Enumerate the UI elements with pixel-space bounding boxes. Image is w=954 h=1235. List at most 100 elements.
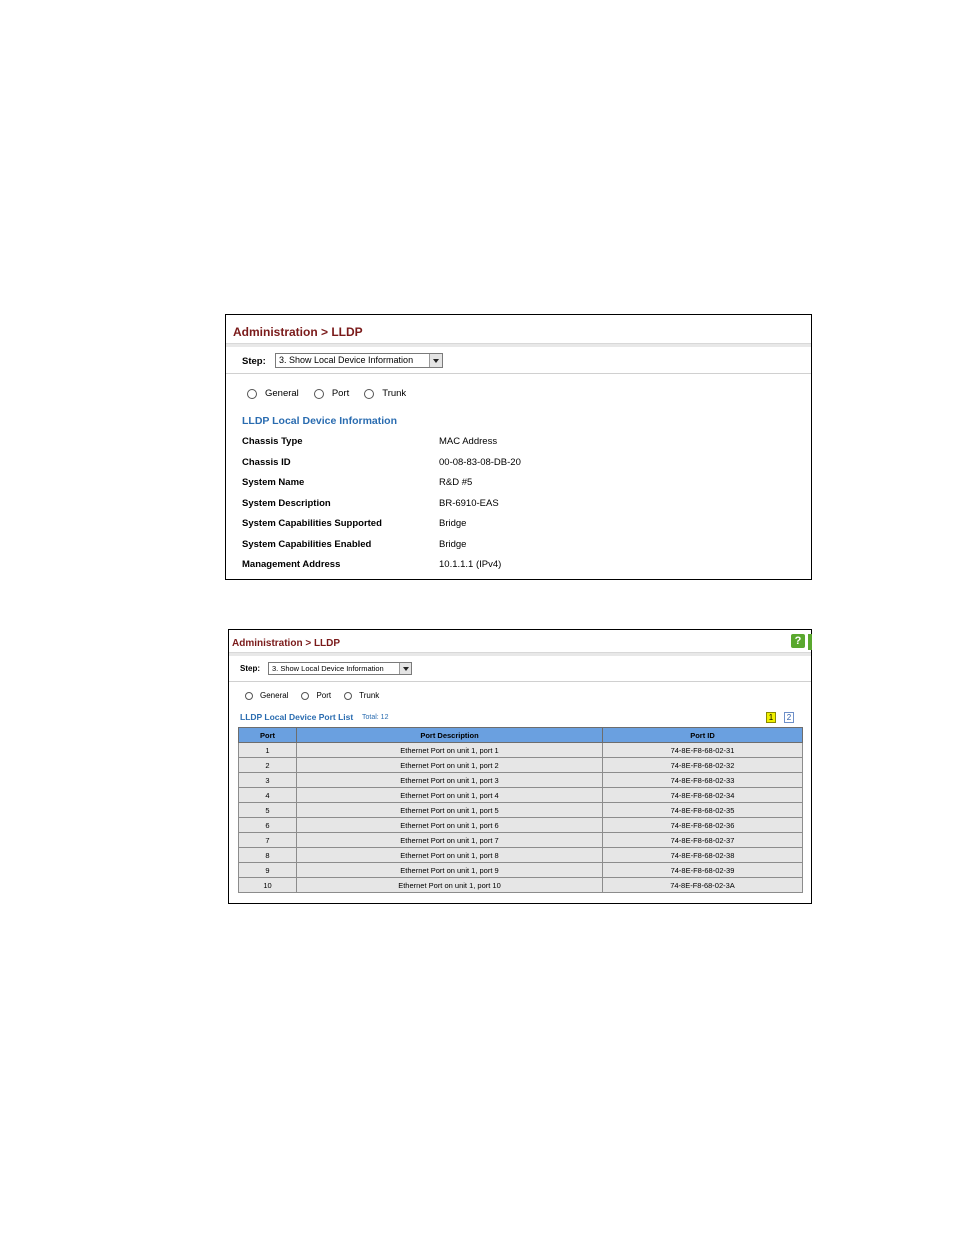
cell-port-id: 74-8E-F8-68-02-36 <box>602 817 803 833</box>
help-icon[interactable]: ? <box>791 634 805 648</box>
cell-port-description: Ethernet Port on unit 1, port 1 <box>296 742 603 758</box>
cell-port-id: 74-8E-F8-68-02-34 <box>602 787 803 803</box>
cell-port: 8 <box>238 847 297 863</box>
capabilities-supported-label: System Capabilities Supported <box>242 518 382 529</box>
section-title: LLDP Local Device Information <box>242 415 398 427</box>
step-select[interactable]: 3. Show Local Device Information <box>268 662 412 675</box>
table-row: 8 Ethernet Port on unit 1, port 8 74-8E-… <box>238 847 803 863</box>
chassis-id-value: 00-08-83-08-DB-20 <box>439 457 521 468</box>
cell-port-id: 74-8E-F8-68-02-39 <box>602 862 803 878</box>
cell-port-id: 74-8E-F8-68-02-33 <box>602 772 803 788</box>
radio-port[interactable]: Port <box>301 691 331 700</box>
title-divider <box>226 343 811 347</box>
cell-port: 5 <box>238 802 297 818</box>
table-row: 9 Ethernet Port on unit 1, port 9 74-8E-… <box>238 862 803 878</box>
column-header-port[interactable]: Port <box>238 727 297 743</box>
table-row: 10 Ethernet Port on unit 1, port 10 74-8… <box>238 877 803 893</box>
cell-port: 10 <box>238 877 297 893</box>
system-name-label: System Name <box>242 477 305 488</box>
capabilities-supported-value: Bridge <box>439 518 467 529</box>
capabilities-enabled-value: Bridge <box>439 539 467 550</box>
section-title: LLDP Local Device Port List <box>240 712 354 722</box>
cell-port: 6 <box>238 817 297 833</box>
radio-unchecked-icon[interactable] <box>364 388 375 399</box>
radio-label: General <box>260 691 289 700</box>
cell-port: 3 <box>238 772 297 788</box>
cell-port: 1 <box>238 742 297 758</box>
radio-label: Trunk <box>359 691 380 700</box>
cell-port-description: Ethernet Port on unit 1, port 3 <box>296 772 603 788</box>
step-select-value: 3. Show Local Device Information <box>279 355 414 365</box>
page-title: Administration > LLDP <box>233 325 363 339</box>
pagination: 1 2 <box>766 712 794 723</box>
lldp-general-panel: Administration > LLDP Step: 3. Show Loca… <box>225 314 812 580</box>
table-row: 5 Ethernet Port on unit 1, port 5 74-8E-… <box>238 802 803 818</box>
step-label: Step: <box>242 356 266 367</box>
chevron-down-icon[interactable] <box>399 663 411 674</box>
port-list-table: Port Port Description Port ID 1 Ethernet… <box>238 727 803 893</box>
title-divider <box>229 652 811 656</box>
column-header-port-id[interactable]: Port ID <box>602 727 803 743</box>
cell-port-description: Ethernet Port on unit 1, port 4 <box>296 787 603 803</box>
view-radio-group: General Port Trunk <box>247 388 406 399</box>
cell-port-id: 74-8E-F8-68-02-3A <box>602 877 803 893</box>
chevron-down-icon[interactable] <box>429 354 442 367</box>
system-description-label: System Description <box>242 498 331 509</box>
radio-label: General <box>265 388 299 399</box>
page-button[interactable]: 1 <box>766 712 776 723</box>
radio-trunk[interactable]: Trunk <box>344 691 379 700</box>
radio-general[interactable]: General <box>247 388 299 399</box>
table-row: 4 Ethernet Port on unit 1, port 4 74-8E-… <box>238 787 803 803</box>
help-icon-edge <box>808 634 812 650</box>
radio-trunk[interactable]: Trunk <box>364 388 406 399</box>
table-header-row: Port Port Description Port ID <box>238 727 803 743</box>
radio-checked-icon[interactable] <box>247 388 257 399</box>
radio-label: Trunk <box>382 388 407 399</box>
radio-port[interactable]: Port <box>313 388 350 399</box>
step-label: Step: <box>240 664 260 673</box>
cell-port-id: 74-8E-F8-68-02-32 <box>602 757 803 773</box>
cell-port: 2 <box>238 757 297 773</box>
cell-port-description: Ethernet Port on unit 1, port 6 <box>296 817 603 833</box>
step-divider <box>229 681 811 682</box>
chassis-type-label: Chassis Type <box>242 436 303 447</box>
table-row: 7 Ethernet Port on unit 1, port 7 74-8E-… <box>238 832 803 848</box>
cell-port-description: Ethernet Port on unit 1, port 8 <box>296 847 603 863</box>
page-title: Administration > LLDP <box>232 638 341 649</box>
cell-port-description: Ethernet Port on unit 1, port 9 <box>296 862 603 878</box>
column-header-port-description[interactable]: Port Description <box>296 727 603 743</box>
capabilities-enabled-label: System Capabilities Enabled <box>242 539 372 550</box>
management-address-label: Management Address <box>242 559 341 570</box>
cell-port-description: Ethernet Port on unit 1, port 7 <box>296 832 603 848</box>
radio-checked-icon[interactable] <box>301 691 310 700</box>
cell-port: 9 <box>238 862 297 878</box>
chassis-type-value: MAC Address <box>439 436 498 447</box>
step-select-value: 3. Show Local Device Information <box>272 664 384 673</box>
cell-port-description: Ethernet Port on unit 1, port 2 <box>296 757 603 773</box>
view-radio-group: General Port Trunk <box>245 691 379 700</box>
page-button[interactable]: 2 <box>784 712 794 723</box>
system-name-value: R&D #5 <box>439 477 473 488</box>
step-select[interactable]: 3. Show Local Device Information <box>275 353 443 368</box>
table-row: 2 Ethernet Port on unit 1, port 2 74-8E-… <box>238 757 803 773</box>
radio-unchecked-icon[interactable] <box>313 388 324 399</box>
radio-unchecked-icon[interactable] <box>344 691 353 700</box>
cell-port-id: 74-8E-F8-68-02-38 <box>602 847 803 863</box>
radio-unchecked-icon[interactable] <box>245 691 253 700</box>
cell-port-id: 74-8E-F8-68-02-35 <box>602 802 803 818</box>
step-divider <box>226 373 811 374</box>
total-count: Total: 12 <box>362 714 389 721</box>
cell-port-id: 74-8E-F8-68-02-31 <box>602 742 803 758</box>
radio-label: Port <box>331 388 350 399</box>
cell-port-id: 74-8E-F8-68-02-37 <box>602 832 803 848</box>
system-description-value: BR-6910-EAS <box>439 498 499 509</box>
lldp-port-panel: Administration > LLDP ? Step: 3. Show Lo… <box>228 629 812 904</box>
radio-label: Port <box>316 691 332 700</box>
radio-general[interactable]: General <box>245 691 288 700</box>
chassis-id-label: Chassis ID <box>242 457 291 468</box>
management-address-value: 10.1.1.1 (IPv4) <box>439 559 502 570</box>
table-row: 1 Ethernet Port on unit 1, port 1 74-8E-… <box>238 742 803 758</box>
cell-port: 4 <box>238 787 297 803</box>
cell-port: 7 <box>238 832 297 848</box>
table-row: 6 Ethernet Port on unit 1, port 6 74-8E-… <box>238 817 803 833</box>
